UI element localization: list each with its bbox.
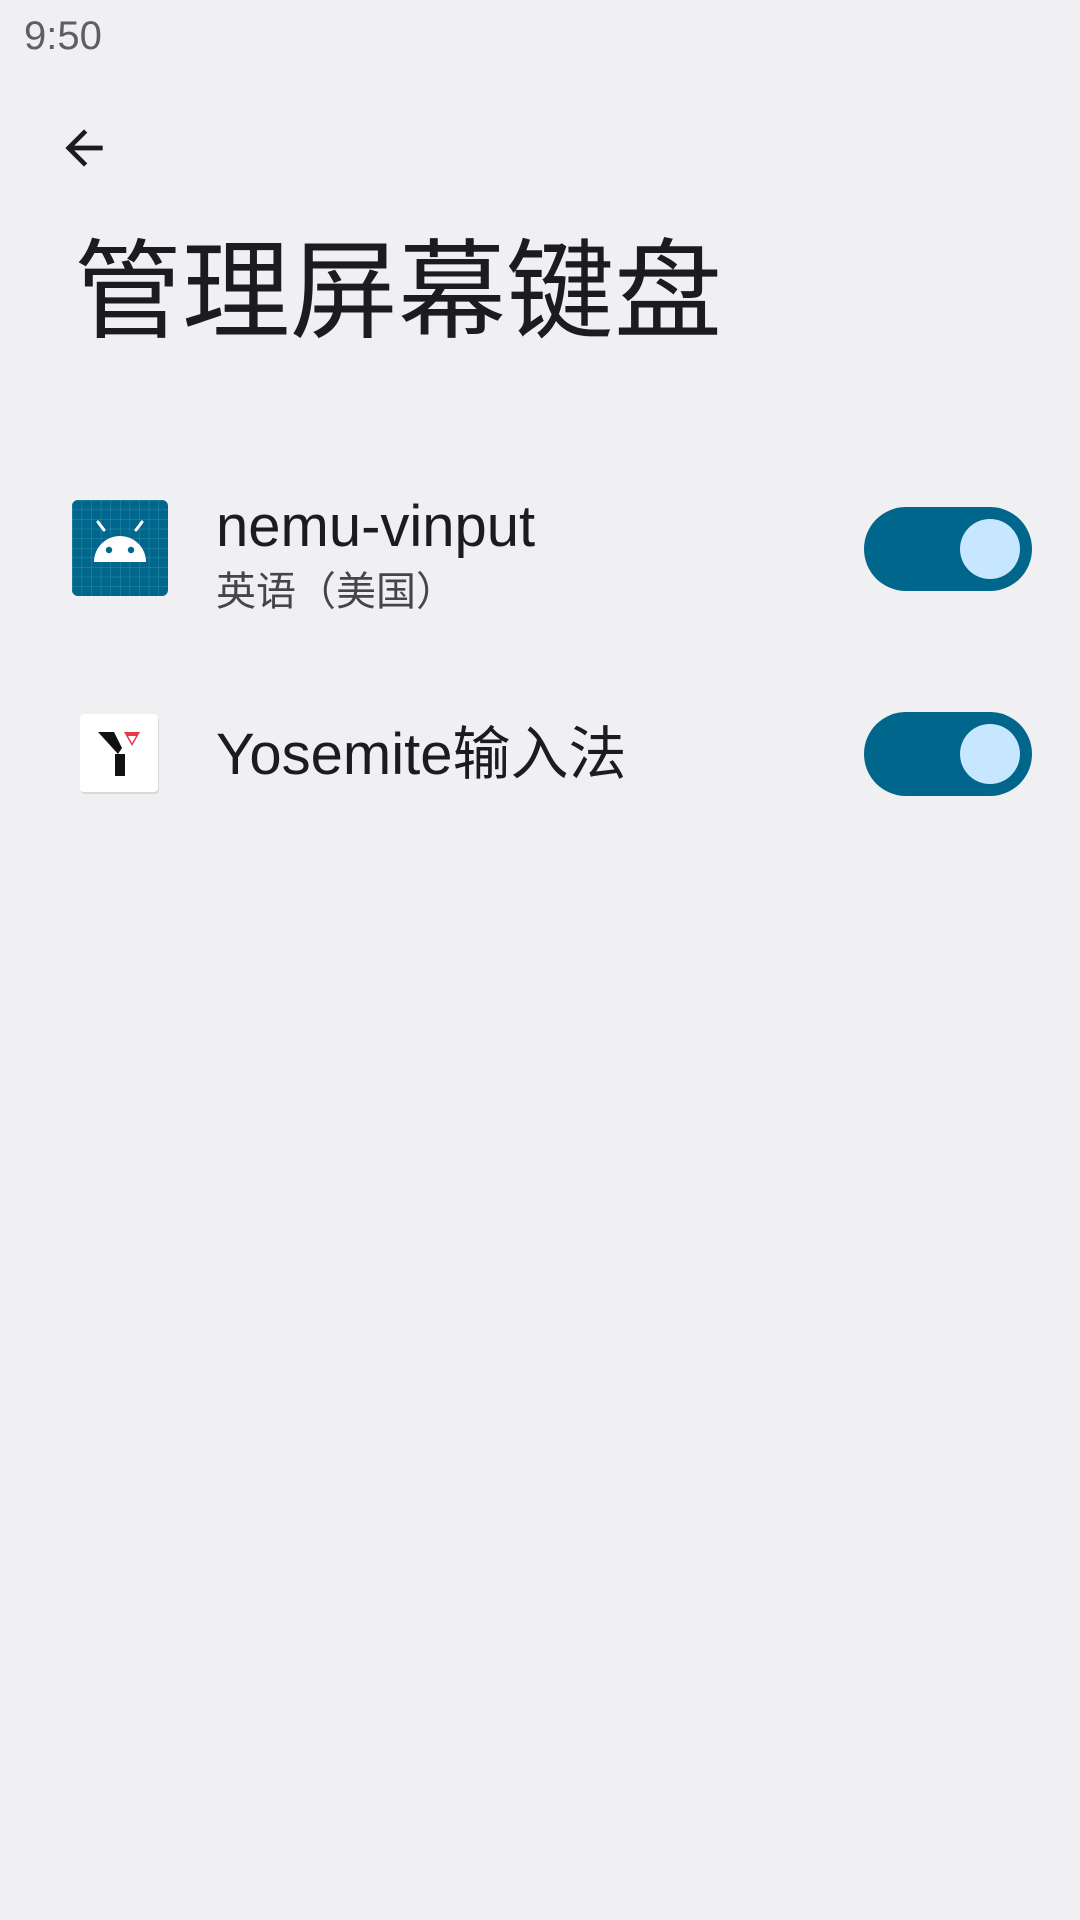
- yosemite-y-logo-icon: [80, 714, 160, 794]
- page-title: 管理屏幕键盘: [74, 230, 723, 355]
- toggle-thumb: [960, 724, 1020, 784]
- status-bar: 9:50: [0, 0, 1080, 72]
- list-item-yosemite[interactable]: Yosemite输入法: [0, 460, 1080, 796]
- enable-toggle-yosemite[interactable]: [864, 712, 1032, 796]
- arrow-back-icon: [65, 129, 103, 167]
- status-time: 9:50: [24, 14, 102, 58]
- back-button[interactable]: [44, 108, 124, 188]
- ime-name: Yosemite输入法: [216, 722, 627, 787]
